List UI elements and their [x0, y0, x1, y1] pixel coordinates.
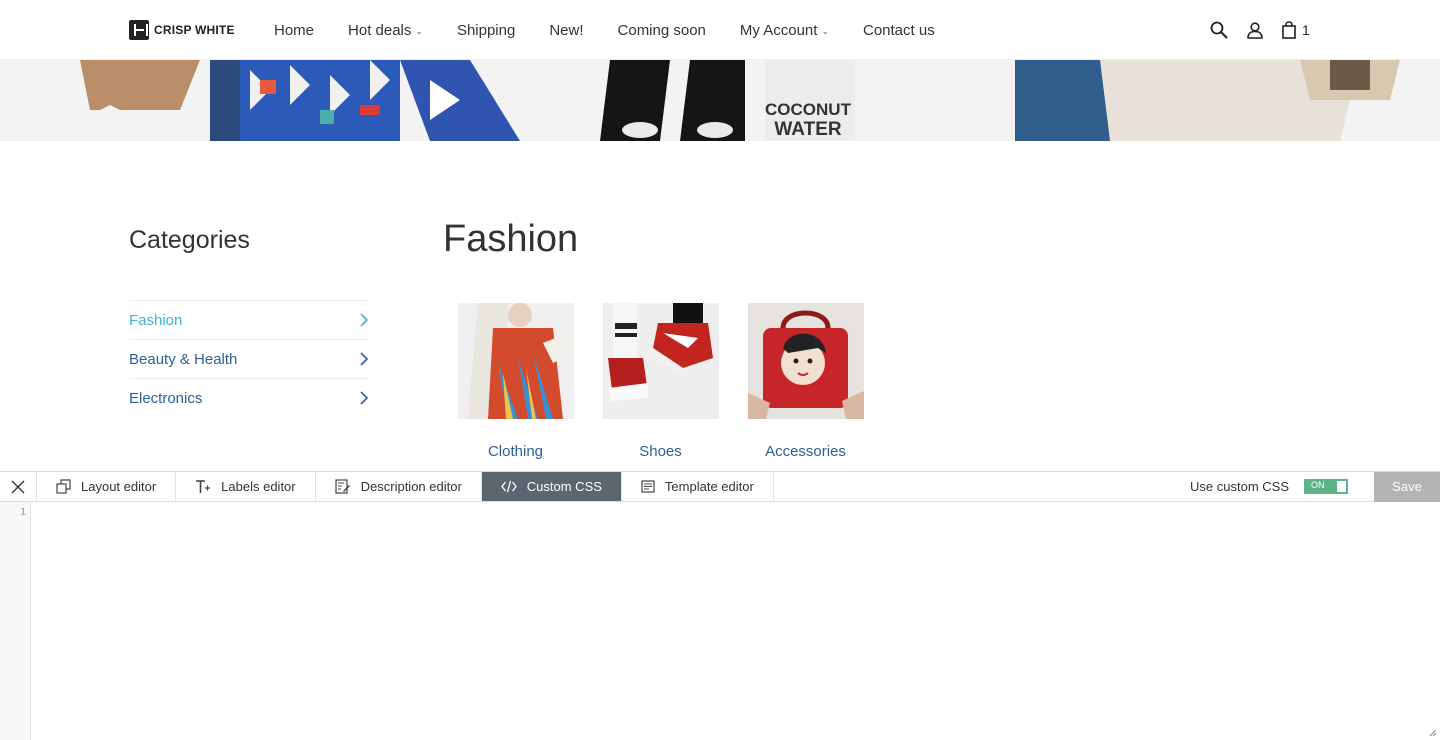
toggle-knob: [1337, 481, 1346, 492]
resize-handle-icon[interactable]: [1429, 729, 1437, 737]
brand-logo[interactable]: CRISP WHITE: [129, 20, 235, 40]
editor-actions: Use custom CSS ON Save: [1190, 471, 1440, 502]
text-plus-icon: [196, 480, 211, 493]
custom-css-toggle[interactable]: ON: [1304, 479, 1348, 494]
bag-icon[interactable]: [1278, 19, 1300, 41]
category-label: Fashion: [129, 311, 183, 329]
subcategory-clothing[interactable]: Clothing: [443, 303, 588, 460]
categories-list: Fashion Beauty & Health Electronics: [129, 300, 369, 417]
category-label: Beauty & Health: [129, 350, 238, 368]
nav-item-hot-deals[interactable]: Hot deals ⌄: [348, 22, 423, 39]
edit-doc-icon: [335, 479, 350, 494]
banner-product-text-1: COCONUT: [765, 100, 852, 119]
line-number: 1: [19, 507, 26, 518]
categories-title: Categories: [129, 226, 250, 254]
tab-custom-css[interactable]: Custom CSS: [481, 472, 622, 501]
nav-item-coming-soon[interactable]: Coming soon: [618, 22, 706, 39]
user-icon[interactable]: [1244, 19, 1266, 41]
nav-label: Hot deals: [348, 21, 412, 39]
tab-layout-editor[interactable]: Layout editor: [37, 472, 177, 501]
nav-label: My Account: [739, 21, 818, 39]
brand-name: CRISP WHITE: [154, 23, 235, 37]
nav-label: Contact us: [863, 21, 935, 39]
chevron-down-icon: ⌄: [821, 25, 829, 36]
tab-labels-editor[interactable]: Labels editor: [176, 472, 316, 501]
sidebar-item-fashion[interactable]: Fashion: [129, 300, 369, 339]
custom-css-label: Use custom CSS: [1190, 479, 1289, 494]
layout-icon: [56, 479, 71, 494]
banner-product-text-2: WATER: [774, 119, 841, 140]
nav-label: Coming soon: [617, 21, 706, 39]
hero-banner: COCONUT WATER: [0, 60, 1440, 141]
accessories-image[interactable]: [747, 303, 864, 419]
nav-item-home[interactable]: Home: [274, 22, 314, 39]
subcategory-accessories[interactable]: Accessories: [733, 303, 878, 460]
search-icon[interactable]: [1208, 19, 1230, 41]
site-header: CRISP WHITE Home Hot deals ⌄ Shipping New…: [0, 0, 1440, 60]
tab-label: Layout editor: [81, 479, 157, 494]
nav-item-my-account[interactable]: My Account ⌄: [740, 22, 829, 39]
subcategory-label[interactable]: Clothing: [488, 443, 543, 460]
css-input[interactable]: [31, 502, 1440, 740]
tab-description-editor[interactable]: Description editor: [316, 472, 482, 501]
header-actions: 1: [1208, 19, 1310, 41]
subcategory-label[interactable]: Accessories: [765, 443, 846, 460]
sidebar-item-beauty-health[interactable]: Beauty & Health: [129, 339, 369, 378]
css-code-editor: 1: [0, 502, 1440, 740]
toggle-state: ON: [1311, 480, 1325, 490]
chevron-right-icon: [360, 391, 369, 405]
subcategory-shoes[interactable]: Shoes: [588, 303, 733, 460]
tab-template-editor[interactable]: Template editor: [622, 472, 774, 501]
save-button[interactable]: Save: [1374, 471, 1440, 502]
line-gutter: 1: [0, 502, 31, 740]
close-editor-button[interactable]: [0, 472, 37, 501]
logo-icon: [129, 20, 149, 40]
chevron-right-icon: [360, 352, 369, 366]
cart-count[interactable]: 1: [1302, 22, 1310, 38]
subcategory-grid: Clothing Shoes Accessories: [443, 303, 878, 460]
shoes-image[interactable]: [602, 303, 719, 419]
close-icon: [11, 480, 25, 493]
page-title: Fashion: [443, 218, 579, 260]
nav-label: Shipping: [456, 21, 516, 39]
subcategory-label[interactable]: Shoes: [639, 443, 682, 460]
editor-toolbar: Layout editor Labels editor Description …: [0, 471, 1440, 502]
nav-label: Home: [274, 21, 315, 39]
nav-item-new[interactable]: New!: [549, 22, 583, 39]
category-label: Electronics: [129, 389, 203, 407]
sidebar-item-electronics[interactable]: Electronics: [129, 378, 369, 417]
tab-label: Labels editor: [221, 479, 296, 494]
main-nav: Home Hot deals ⌄ Shipping New! Coming soo…: [274, 0, 969, 60]
code-icon: [500, 480, 517, 493]
chevron-right-icon: [360, 313, 369, 327]
nav-item-contact-us[interactable]: Contact us: [863, 22, 935, 39]
clothing-image[interactable]: [457, 303, 574, 419]
nav-label: New!: [549, 21, 584, 39]
tab-label: Template editor: [664, 479, 754, 494]
chevron-down-icon: ⌄: [415, 25, 423, 36]
tab-label: Description editor: [360, 479, 462, 494]
nav-item-shipping[interactable]: Shipping: [457, 22, 515, 39]
template-icon: [641, 480, 655, 493]
tab-label: Custom CSS: [526, 479, 602, 494]
banner-image: COCONUT WATER: [0, 60, 1440, 141]
